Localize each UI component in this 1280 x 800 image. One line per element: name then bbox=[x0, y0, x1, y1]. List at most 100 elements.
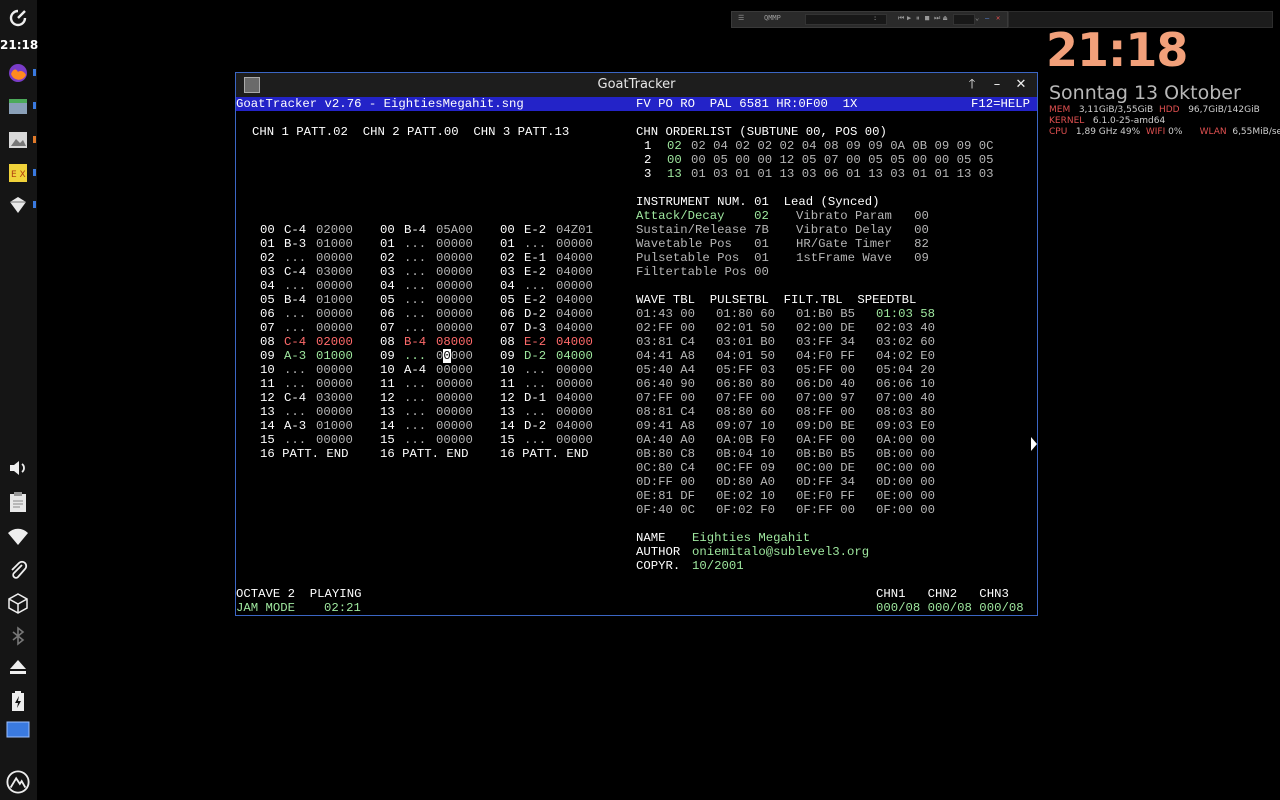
table-entry[interactable]: 03:02 60 bbox=[876, 335, 935, 349]
close-button[interactable]: ✕ bbox=[1012, 76, 1030, 94]
pattern-command[interactable]: 00000 bbox=[316, 433, 353, 447]
pattern-end-marker[interactable]: 16 PATT. END bbox=[380, 447, 469, 461]
table-entry[interactable]: 06:06 10 bbox=[876, 377, 935, 391]
orderlist-row[interactable]: 01 03 01 01 13 03 06 01 13 03 01 01 13 0… bbox=[691, 167, 994, 181]
pattern-command[interactable]: 01000 bbox=[316, 237, 353, 251]
pattern-note[interactable]: C-4 bbox=[284, 223, 306, 237]
pattern-row-number[interactable]: 04 bbox=[260, 279, 275, 293]
pattern-note[interactable]: ... bbox=[404, 265, 426, 279]
pattern-command[interactable]: 00000 bbox=[556, 405, 593, 419]
pattern-row-number[interactable]: 11 bbox=[260, 377, 275, 391]
pattern-row-number[interactable]: 08 bbox=[380, 335, 395, 349]
pattern-note[interactable]: ... bbox=[404, 237, 426, 251]
wifi-icon[interactable] bbox=[6, 524, 30, 548]
qmmp-volume-slider[interactable] bbox=[953, 14, 975, 25]
table-entry[interactable]: 0B:00 00 bbox=[876, 447, 935, 461]
pattern-row-number[interactable]: 00 bbox=[380, 223, 395, 237]
pattern-command[interactable]: 04000 bbox=[556, 293, 593, 307]
table-entry[interactable]: 05:FF 00 bbox=[796, 363, 855, 377]
pattern-command[interactable]: 01000 bbox=[316, 293, 353, 307]
pattern-row-number[interactable]: 03 bbox=[380, 265, 395, 279]
pattern-command[interactable]: 04000 bbox=[556, 335, 593, 349]
song-copyright[interactable]: 10/2001 bbox=[692, 559, 744, 573]
pattern-note[interactable]: A-3 bbox=[284, 349, 306, 363]
pattern-note[interactable]: ... bbox=[524, 377, 546, 391]
title-bar[interactable]: GoatTracker 🡑 – ✕ bbox=[236, 73, 1037, 97]
pattern-command[interactable]: 00000 bbox=[556, 279, 593, 293]
pattern-command[interactable]: 04000 bbox=[556, 391, 593, 405]
pattern-command[interactable]: 05A00 bbox=[436, 223, 473, 237]
pattern-command[interactable]: 04000 bbox=[556, 307, 593, 321]
keep-above-button[interactable]: 🡑 bbox=[963, 76, 981, 94]
notes-icon[interactable]: E X bbox=[6, 161, 30, 185]
pattern-note[interactable]: C-4 bbox=[284, 335, 306, 349]
pattern-note[interactable]: ... bbox=[404, 391, 426, 405]
orderlist-row[interactable]: 00 05 00 00 12 05 07 00 05 05 00 00 05 0… bbox=[691, 153, 994, 167]
firefox-icon[interactable] bbox=[6, 61, 30, 85]
pattern-row-number[interactable]: 11 bbox=[500, 377, 515, 391]
table-entry[interactable]: 02:01 50 bbox=[716, 321, 775, 335]
pattern-note[interactable]: E-2 bbox=[524, 293, 546, 307]
table-entry[interactable]: 01:03 58 bbox=[876, 307, 935, 321]
pattern-row-number[interactable]: 02 bbox=[380, 251, 395, 265]
pattern-command[interactable]: 00000 bbox=[436, 307, 473, 321]
orderlist-channel-number[interactable]: 1 bbox=[644, 139, 651, 153]
table-entry[interactable]: 07:00 40 bbox=[876, 391, 935, 405]
pattern-note[interactable]: B-4 bbox=[284, 293, 306, 307]
pattern-command[interactable]: 04Z01 bbox=[556, 223, 593, 237]
table-entry[interactable]: 0D:FF 00 bbox=[636, 475, 695, 489]
pattern-command[interactable]: 01000 bbox=[316, 419, 353, 433]
pattern-row-number[interactable]: 12 bbox=[380, 391, 395, 405]
pattern-note[interactable]: ... bbox=[524, 237, 546, 251]
pattern-note[interactable]: ... bbox=[404, 419, 426, 433]
pattern-row-number[interactable]: 09 bbox=[500, 349, 515, 363]
pattern-command[interactable]: 00000 bbox=[436, 237, 473, 251]
pattern-command[interactable]: 00000 bbox=[436, 349, 473, 363]
close-small-icon[interactable]: ✕ bbox=[996, 14, 1000, 22]
pattern-note[interactable]: D-2 bbox=[524, 349, 546, 363]
table-entry[interactable]: 0D:80 A0 bbox=[716, 475, 775, 489]
pattern-command[interactable]: 00000 bbox=[316, 363, 353, 377]
pattern-row-number[interactable]: 14 bbox=[260, 419, 275, 433]
pause-icon[interactable]: ⏸ bbox=[916, 14, 920, 23]
pattern-note[interactable]: E-2 bbox=[524, 265, 546, 279]
pattern-command[interactable]: 01000 bbox=[316, 349, 353, 363]
pattern-row-number[interactable]: 10 bbox=[380, 363, 395, 377]
package-icon[interactable] bbox=[6, 591, 30, 615]
table-entry[interactable]: 0D:00 00 bbox=[876, 475, 935, 489]
pattern-command[interactable]: 04000 bbox=[556, 265, 593, 279]
table-entry[interactable]: 09:41 A8 bbox=[636, 419, 695, 433]
table-entry[interactable]: 08:80 60 bbox=[716, 405, 775, 419]
media-icon[interactable] bbox=[6, 193, 30, 217]
pattern-note[interactable]: A-4 bbox=[404, 363, 426, 377]
pattern-row-number[interactable]: 07 bbox=[260, 321, 275, 335]
pattern-command[interactable]: 00000 bbox=[436, 321, 473, 335]
files-icon[interactable] bbox=[6, 94, 30, 118]
pattern-row-number[interactable]: 15 bbox=[500, 433, 515, 447]
pattern-command[interactable]: 00000 bbox=[316, 405, 353, 419]
volume-icon[interactable] bbox=[6, 456, 30, 480]
table-entry[interactable]: 01:43 00 bbox=[636, 307, 695, 321]
pattern-row-number[interactable]: 08 bbox=[260, 335, 275, 349]
next-icon[interactable]: ⏭ bbox=[934, 14, 940, 23]
pattern-command[interactable]: 00000 bbox=[316, 307, 353, 321]
table-entry[interactable]: 0E:F0 FF bbox=[796, 489, 855, 503]
pattern-note[interactable]: C-4 bbox=[284, 265, 306, 279]
pattern-row-number[interactable]: 14 bbox=[500, 419, 515, 433]
pattern-command[interactable]: 00000 bbox=[436, 251, 473, 265]
pattern-note[interactable]: ... bbox=[524, 433, 546, 447]
orderlist-current-entry[interactable]: 02 bbox=[667, 139, 682, 153]
pattern-note[interactable]: D-2 bbox=[524, 307, 546, 321]
table-entry[interactable]: 07:FF 00 bbox=[716, 391, 775, 405]
table-entry[interactable]: 03:81 C4 bbox=[636, 335, 695, 349]
pattern-command[interactable]: 02000 bbox=[316, 335, 353, 349]
play-icon[interactable]: ▶ bbox=[907, 14, 911, 22]
pattern-note[interactable]: B-4 bbox=[404, 223, 426, 237]
table-entry[interactable]: 02:FF 00 bbox=[636, 321, 695, 335]
pattern-row-number[interactable]: 09 bbox=[260, 349, 275, 363]
table-entry[interactable]: 0F:FF 00 bbox=[796, 503, 855, 517]
pattern-command[interactable]: 00000 bbox=[436, 265, 473, 279]
pattern-command[interactable]: 00000 bbox=[316, 279, 353, 293]
pattern-note[interactable]: D-2 bbox=[524, 419, 546, 433]
pattern-command[interactable]: 00000 bbox=[436, 363, 473, 377]
